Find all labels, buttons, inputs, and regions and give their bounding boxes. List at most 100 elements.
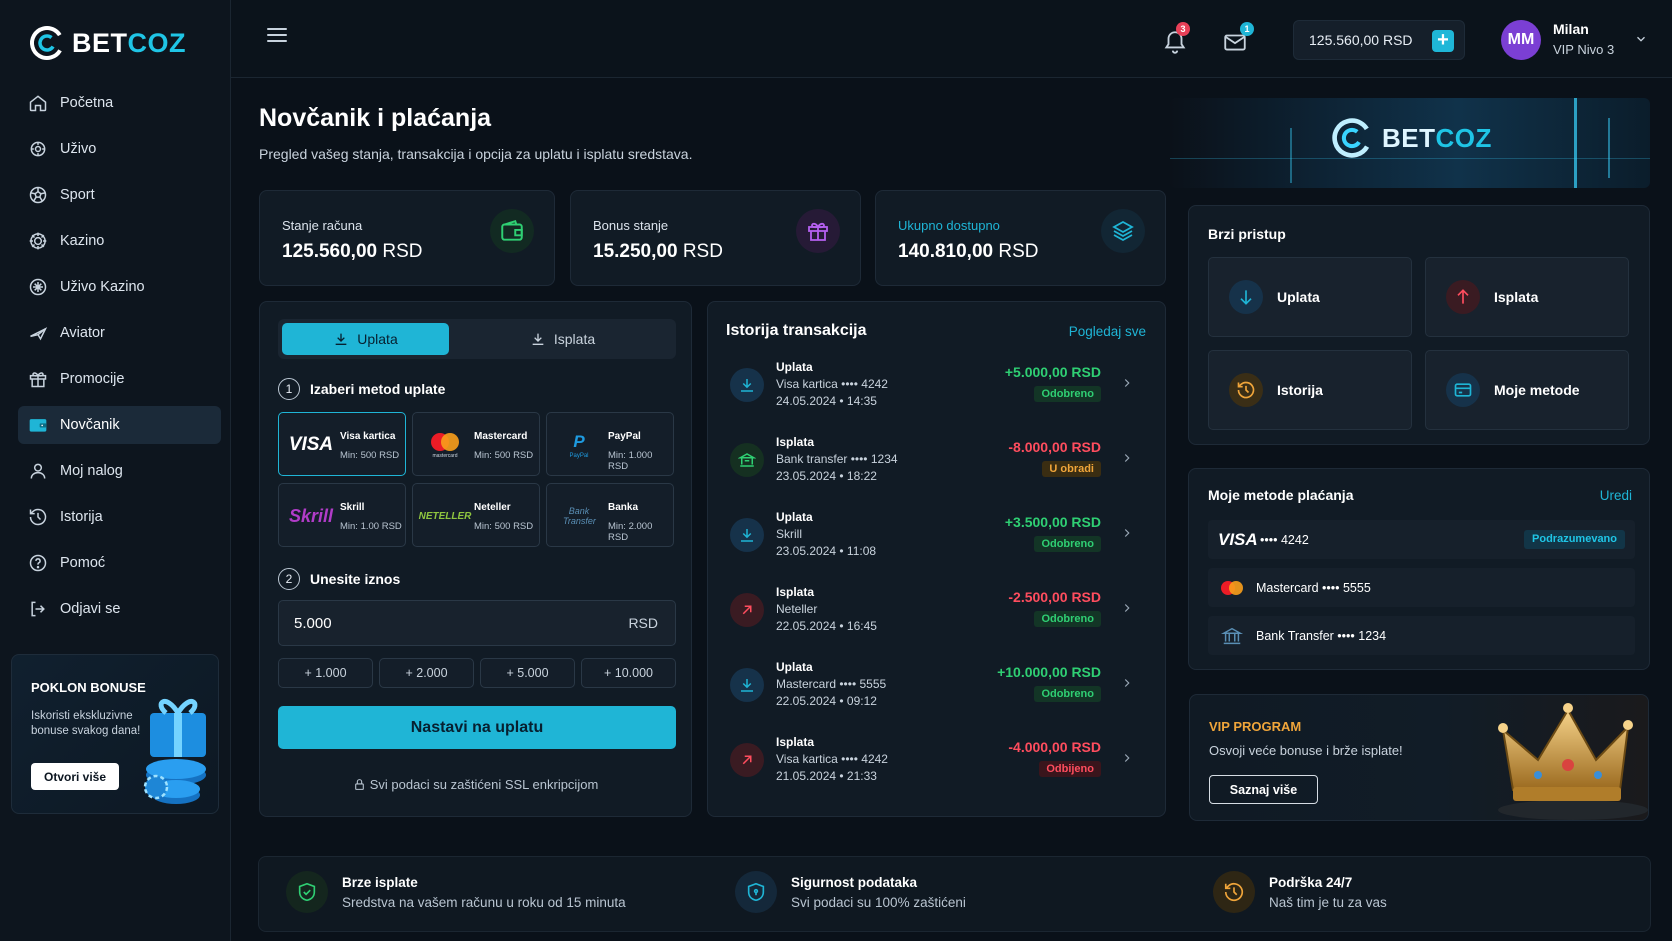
status-badge: Odobreno [1034,686,1101,702]
shield-icon [735,871,777,913]
menu-toggle-icon[interactable] [267,28,287,44]
method-neteller[interactable]: NETELLER Neteller Min: 500 RSD [412,483,540,547]
view-all-link[interactable]: Pogledaj sve [1069,324,1146,339]
quick-amount-2000[interactable]: + 2.000 [379,658,474,688]
quick-istorija-button[interactable]: Istorija [1208,350,1412,430]
chevron-down-icon[interactable] [1634,32,1648,46]
sidebar-nav: Početna Uživo Sport Kazino Uživo Kazino … [18,84,221,636]
stat-card-total: Ukupno dostupno 140.810,00 RSD [875,190,1166,286]
sidebar-item-sport[interactable]: Sport [18,176,221,214]
feature-data-security: Sigurnost podataka Svi podaci su 100% zaš… [735,871,966,913]
stat-label: Bonus stanje [593,218,669,233]
method-visa[interactable]: VISA Visa kartica Min: 500 RSD [278,412,406,476]
bank-icon [730,443,764,477]
sidebar-item-odjavi-se[interactable]: Odjavi se [18,590,221,628]
wallet-icon [29,419,47,432]
logout-icon [31,601,45,617]
quick-moje-metode-button[interactable]: Moje metode [1425,350,1629,430]
user-name: Milan [1553,21,1589,37]
sidebar-item-novcanik[interactable]: Novčanik [18,406,221,444]
continue-deposit-button[interactable]: Nastavi na uplatu [278,706,676,749]
sidebar-item-label: Sport [60,187,95,203]
transaction-type: Isplata [776,585,815,599]
brand-logo[interactable]: BETCOZ [28,24,186,62]
quick-amounts: + 1.000 + 2.000 + 5.000 + 10.000 [278,658,676,688]
notifications-badge: 3 [1176,22,1190,36]
transaction-date: 22.05.2024 • 09:12 [776,694,877,708]
sidebar-item-promocije[interactable]: Promocije [18,360,221,398]
sidebar-item-aviator[interactable]: Aviator [18,314,221,352]
amount-input[interactable]: 5.000 RSD [278,600,676,646]
sidebar-item-label: Pomoć [60,555,106,571]
layers-icon [1101,209,1145,253]
transaction-row[interactable]: Uplata Skrill 23.05.2024 • 11:08 +3.500,00 … [726,504,1146,578]
skrill-logo-icon: Skrill [288,505,334,526]
sidebar-item-pocetna[interactable]: Početna [18,84,221,122]
transaction-row[interactable]: Uplata Visa kartica •••• 4242 24.05.2024 •… [726,354,1146,428]
user-icon [30,463,46,479]
method-paypal[interactable]: P PayPal PayPal Min: 1.000 RSD [546,412,674,476]
sidebar-item-kazino[interactable]: Kazino [18,222,221,260]
avatar[interactable]: MM [1501,20,1541,60]
sidebar-item-pomoc[interactable]: Pomoć [18,544,221,582]
quick-uplata-button[interactable]: Uplata [1208,257,1412,337]
transaction-row[interactable]: Isplata Bank transfer •••• 1234 23.05.2024… [726,429,1146,503]
quick-isplata-button[interactable]: Isplata [1425,257,1629,337]
method-banka[interactable]: Bank Transfer Banka Min: 2.000 RSD [546,483,674,547]
quick-amount-1000[interactable]: + 1.000 [278,658,373,688]
gift-icon [29,372,47,388]
transaction-type: Isplata [776,735,815,749]
messages-button[interactable]: 1 [1222,22,1254,54]
sidebar-item-label: Početna [60,95,114,111]
method-mastercard[interactable]: mastercard Mastercard Min: 500 RSD [412,412,540,476]
casino-chip-icon [29,232,47,250]
saved-method-mastercard[interactable]: Mastercard •••• 5555 [1208,568,1635,607]
history-icon [1229,373,1263,407]
status-badge: Odobreno [1034,611,1101,627]
saved-method-visa[interactable]: VISA •••• 4242 Podrazumevano [1208,520,1635,559]
sidebar-item-uzivo[interactable]: Uživo [18,130,221,168]
quick-access-title: Brzi pristup [1208,226,1286,242]
download-icon [730,368,764,402]
quick-amount-10000[interactable]: + 10.000 [581,658,676,688]
messages-badge: 1 [1240,22,1254,36]
chevron-right-icon [1124,379,1130,387]
quick-amount-5000[interactable]: + 5.000 [480,658,575,688]
transaction-amount: +10.000,00 RSD [997,664,1101,680]
saved-method-bank[interactable]: Bank Transfer •••• 1234 [1208,616,1635,655]
sidebar-item-istorija[interactable]: Istorija [18,498,221,536]
add-funds-button[interactable]: + [1432,30,1454,52]
logo-icon [30,26,64,60]
transaction-row[interactable]: Uplata Mastercard •••• 5555 22.05.2024 • 0… [726,654,1146,728]
step-number: 2 [278,568,300,590]
transaction-date: 24.05.2024 • 14:35 [776,394,877,408]
step-1-heading: 1 Izaberi metod uplate [278,378,445,400]
vip-title: VIP PROGRAM [1209,719,1302,734]
sidebar-item-moj-nalog[interactable]: Moj nalog [18,452,221,490]
notifications-button[interactable]: 3 [1160,22,1190,54]
page-title: Novčanik i plaćanja [259,104,492,132]
chevron-right-icon [1124,754,1130,762]
transactions-title: Istorija transakcija [726,322,867,339]
arrow-up-icon [1446,280,1480,314]
transaction-method: Neteller [776,602,818,616]
tab-isplata[interactable]: Isplata [479,323,646,355]
my-methods-panel: Moje metode plaćanja Uredi VISA •••• 424… [1188,468,1650,670]
feature-fast-payouts: Brze isplate Sredstva na vašem računu u r… [286,871,626,913]
tab-uplata[interactable]: Uplata [282,323,449,355]
vip-learn-more-button[interactable]: Saznaj više [1209,775,1318,804]
sidebar-item-label: Aviator [60,325,105,341]
promo-open-button[interactable]: Otvori više [31,763,119,790]
transaction-row[interactable]: Isplata Visa kartica •••• 4242 21.05.2024 … [726,729,1146,803]
sidebar-item-uzivo-kazino[interactable]: Uživo Kazino [18,268,221,306]
transaction-amount: -8.000,00 RSD [1008,439,1101,455]
transaction-amount: -2.500,00 RSD [1008,589,1101,605]
transaction-type: Uplata [776,510,813,524]
transaction-row[interactable]: Isplata Neteller 22.05.2024 • 16:45 -2.500,… [726,579,1146,653]
method-skrill[interactable]: Skrill Skrill Min: 1.00 RSD [278,483,406,547]
help-icon [29,554,47,572]
amount-value: 5.000 [294,614,332,632]
chevron-right-icon [1124,529,1130,537]
edit-methods-link[interactable]: Uredi [1600,488,1632,503]
svg-text:PayPal: PayPal [569,453,588,459]
